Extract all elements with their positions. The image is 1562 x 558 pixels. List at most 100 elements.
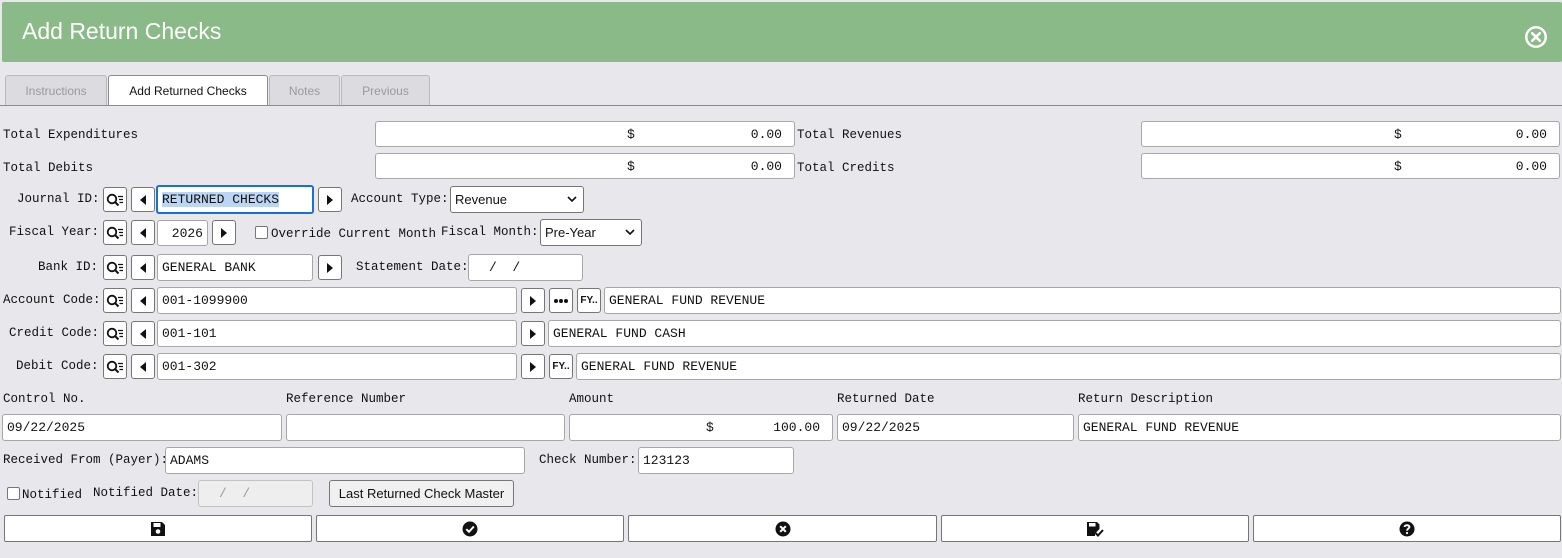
reference-number-input[interactable] [286,414,565,441]
cancel-button[interactable] [628,515,937,542]
total-expenditures-value: 0.00 [750,126,782,142]
credit-code-next-button[interactable] [521,321,545,346]
returned-date-input[interactable]: 09/22/2025 [837,414,1074,441]
close-icon[interactable] [1524,25,1548,49]
statement-date-label: Statement Date: [356,260,469,274]
account-type-label: Account Type: [351,192,449,206]
arrow-left-icon [140,262,146,273]
credit-code-prev-button[interactable] [131,321,155,346]
control-no-input[interactable]: 09/22/2025 [2,414,282,441]
tab-divider [0,105,1562,106]
arrow-right-icon [327,262,333,273]
fiscal-month-select[interactable]: Pre-Year [540,219,642,246]
credit-code-description: GENERAL FUND CASH [548,320,1561,347]
account-code-input[interactable]: 001-1099900 [157,287,517,314]
override-month-label: Override Current Month [271,227,437,241]
arrow-left-icon [140,227,146,238]
ellipsis-icon [554,298,568,303]
amount-input[interactable]: $ 100.00 [569,414,833,441]
fiscal-year-lookup-button[interactable] [103,220,127,245]
account-type-select[interactable]: Revenue [450,186,584,213]
fiscal-year-value: 2026 [171,225,203,241]
debit-code-next-button[interactable] [521,354,545,379]
bank-lookup-button[interactable] [103,255,127,280]
confirm-button[interactable] [316,515,624,542]
lookup-icon [106,360,123,373]
chevron-down-icon [567,196,577,203]
tab-instructions[interactable]: Instructions [5,75,107,105]
arrow-right-icon [221,227,227,238]
last-returned-check-master-button[interactable]: Last Returned Check Master [329,480,514,507]
reference-number-label: Reference Number [286,392,407,406]
received-from-input[interactable]: ADAMS [165,447,525,474]
check-number-value: 123123 [643,453,690,468]
chevron-down-icon [625,229,635,236]
return-description-input[interactable]: GENERAL FUND REVENUE [1078,414,1561,441]
control-no-label: Control No. [3,392,86,406]
debit-code-prev-button[interactable] [131,354,155,379]
lookup-icon [106,327,123,340]
help-button[interactable] [1253,515,1561,542]
account-code-fy-button[interactable]: FY.. [577,288,601,313]
account-code-value: 001-1099900 [162,293,248,308]
arrow-left-icon [140,295,146,306]
bank-next-button[interactable] [318,255,342,280]
notified-checkbox[interactable] [7,487,20,500]
debit-code-description: GENERAL FUND REVENUE [576,353,1561,380]
account-code-next-button[interactable] [521,288,545,313]
debit-code-input[interactable]: 001-302 [157,353,517,380]
window-title: Add Return Checks [22,18,222,44]
control-no-value: 09/22/2025 [7,420,86,435]
arrow-left-icon [140,328,146,339]
save-button[interactable] [4,515,312,542]
total-revenues-label: Total Revenues [797,128,903,142]
fiscal-month-label: Fiscal Month: [441,225,539,239]
arrow-left-icon [140,361,146,372]
account-code-more-button[interactable] [549,288,573,313]
bank-prev-button[interactable] [131,255,155,280]
save-and-verify-button[interactable] [941,515,1249,542]
bank-id-input[interactable]: GENERAL BANK [157,254,313,281]
bank-id-value: GENERAL BANK [162,260,256,275]
fiscal-year-input[interactable]: 2026 [157,220,208,246]
tab-add-returned-checks[interactable]: Add Returned Checks [108,75,268,106]
journal-id-input[interactable]: RETURNED CHECKS [156,185,314,214]
return-description-label: Return Description [1078,392,1214,406]
journal-next-button[interactable] [318,187,342,212]
arrow-left-icon [140,194,146,205]
statement-date-value: / / [489,260,521,275]
account-code-prev-button[interactable] [131,288,155,313]
statement-date-input[interactable]: / / [468,254,583,281]
help-icon [1399,521,1415,536]
total-expenditures-currency: $ [627,126,635,142]
journal-lookup-button[interactable] [103,187,127,212]
notified-label: Notified [22,488,83,502]
credit-code-lookup-button[interactable] [103,321,127,346]
fiscal-year-prev-button[interactable] [131,220,155,245]
amount-label: Amount [569,392,615,406]
debit-code-fy-button[interactable]: FY.. [549,354,573,379]
credit-code-input[interactable]: 001-101 [157,320,517,347]
check-number-input[interactable]: 123123 [638,447,794,474]
tab-notes[interactable]: Notes [269,75,340,105]
lookup-icon [106,226,123,239]
notified-date-input: / / [198,480,313,507]
override-month-checkbox[interactable] [255,226,268,239]
received-from-label: Received From (Payer): [3,453,169,467]
bank-id-label: Bank ID: [38,260,99,274]
total-credits-currency: $ [1394,158,1402,174]
arrow-right-icon [327,194,333,205]
tab-previous[interactable]: Previous [341,75,430,105]
arrow-right-icon [530,361,536,372]
lookup-icon [106,261,123,274]
debit-code-lookup-button[interactable] [103,354,127,379]
returned-date-label: Returned Date [837,392,935,406]
credit-code-description-value: GENERAL FUND CASH [553,326,686,341]
fiscal-year-next-button[interactable] [212,220,236,245]
check-number-label: Check Number: [539,453,637,467]
journal-prev-button[interactable] [131,187,155,212]
arrow-right-icon [530,295,536,306]
save-icon [151,521,165,536]
account-code-lookup-button[interactable] [103,288,127,313]
lookup-icon [106,193,123,206]
